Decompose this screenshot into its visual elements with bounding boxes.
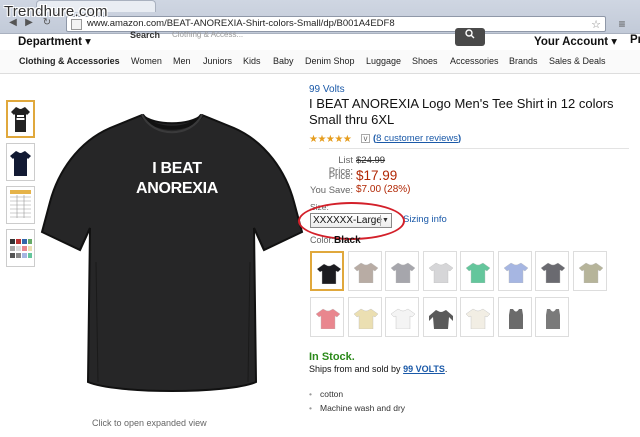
category-juniors[interactable]: Juniors [203,56,232,66]
expand-view-link[interactable]: Click to open expanded view [92,418,207,428]
tshirt-swatch-icon [428,310,453,329]
search-icon [465,29,475,39]
color-swatch[interactable] [310,297,344,337]
you-save-label: You Save: [310,185,353,196]
department-menu[interactable]: Department ▾ [18,34,91,48]
tshirt-swatch-icon [428,262,453,283]
category-baby[interactable]: Baby [273,56,294,66]
site-header: Department ▾ Search Clothing & Access...… [0,28,640,50]
price-label: Price: [328,171,353,182]
url-text: www.amazon.com/BEAT-ANOREXIA-Shirt-color… [87,18,395,29]
category-brands[interactable]: Brands [509,56,538,66]
color-swatch[interactable] [497,297,532,337]
black-tshirt-image [40,113,304,392]
account-menu[interactable]: Your Account ▾ [534,34,617,48]
tshirt-swatch-icon [541,262,565,283]
category-kids[interactable]: Kids [243,56,261,66]
category-clothing-accessories[interactable]: Clothing & Accessories [19,56,120,66]
thumbnail-size-chart[interactable] [6,186,35,224]
search-go-button[interactable] [455,28,485,46]
color-swatch[interactable] [347,297,382,337]
tshirt-swatch-icon [391,308,415,329]
category-men[interactable]: Men [173,56,191,66]
tshirt-swatch-icon [503,262,528,283]
list-price-value: $24.99 [356,155,386,166]
color-label: Color: [310,235,335,245]
browser-menu-icon[interactable]: ≡ [614,16,630,32]
page-icon [71,19,82,30]
color-swatch[interactable] [310,251,344,291]
category-denim-shop[interactable]: Denim Shop [305,56,355,66]
search-input[interactable]: Clothing & Access... [172,30,452,40]
category-nav: Clothing & Accessories Women Men Juniors Kid… [0,50,640,74]
brand-link[interactable]: 99 Volts [309,84,345,95]
category-luggage[interactable]: Luggage [366,56,401,66]
tshirt-swatch-icon [466,308,490,329]
product-title: I BEAT ANOREXIA Logo Men's Tee Shirt in … [309,96,614,127]
tshirt-swatch-icon [317,263,341,284]
color-swatch[interactable] [535,297,569,337]
category-shoes[interactable]: Shoes [412,56,438,66]
category-accessories[interactable]: Accessories [450,56,499,66]
reviews-link[interactable]: (8 customer reviews) [373,133,461,144]
thumbnail-color-options[interactable] [6,229,35,267]
tshirt-swatch-icon [546,309,560,329]
thumbnail-black-tee[interactable] [6,100,35,138]
tshirt-swatch-icon [508,309,523,329]
tshirt-swatch-icon [316,308,340,329]
seller-link[interactable]: 99 VOLTS [403,364,445,374]
category-women[interactable]: Women [131,56,162,66]
color-swatch[interactable] [460,251,494,291]
price-value: $17.99 [356,168,398,183]
watermark: Trendhure.com [4,3,108,20]
color-value: Black [334,235,361,246]
color-swatch[interactable] [385,251,419,291]
shirt-print-line2: ANOREXIA [135,180,219,197]
color-swatch[interactable] [497,251,532,291]
tshirt-swatch-icon [353,262,378,283]
color-swatch[interactable] [347,251,382,291]
sizing-info-link[interactable]: Sizing info [403,214,447,225]
divider [309,148,629,149]
feature-bullet: cotton [309,389,343,399]
header-extra-link[interactable]: Pr [630,34,640,46]
bookmark-star-icon[interactable]: ☆ [591,18,601,31]
search-label: Search [130,30,161,40]
tshirt-swatch-icon [466,262,490,283]
stock-status: In Stock. [309,351,355,363]
chevron-down-icon[interactable]: v [361,134,370,143]
tshirt-swatch-icon [391,262,415,283]
rating-stars-icon[interactable]: ★★★★★ [309,134,352,145]
color-swatch[interactable] [572,251,607,291]
color-swatch[interactable] [460,297,494,337]
color-swatch[interactable] [422,251,457,291]
category-sales-deals[interactable]: Sales & Deals [549,56,606,66]
feature-bullet: Machine wash and dry [309,403,405,413]
main-product-image[interactable]: I BEAT ANOREXIA [38,82,306,402]
you-save-value: $7.00 (28%) [356,184,411,195]
ships-from-line: Ships from and sold by 99 VOLTS. [309,364,448,374]
color-swatch[interactable] [535,251,569,291]
color-swatch[interactable] [422,297,457,337]
tshirt-swatch-icon [353,308,378,329]
color-swatch[interactable] [385,297,419,337]
shirt-print-line1: I BEAT [152,160,202,177]
thumbnail-navy-tee[interactable] [6,143,35,181]
tshirt-swatch-icon [578,262,603,283]
